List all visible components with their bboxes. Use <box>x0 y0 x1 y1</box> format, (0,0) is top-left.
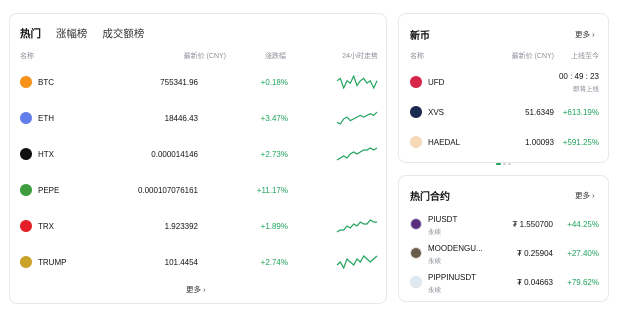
coin-change: +2.74% <box>260 258 288 267</box>
market-row[interactable]: TRUMP 101.4454 +2.74% <box>10 244 386 280</box>
market-row[interactable]: BTC 755341.96 +0.18% <box>10 64 386 100</box>
tab-volume[interactable]: 成交额榜 <box>102 28 144 40</box>
coin-change: +1.89% <box>260 222 288 231</box>
market-more-link[interactable]: 更多 › <box>186 284 206 295</box>
contract-row[interactable]: PIPPINUSDT 永续 ₮ 0.04663 +79.62% <box>399 270 608 298</box>
hot-contracts-more-link[interactable]: 更多 › <box>575 190 595 201</box>
coin-symbol: BTC <box>38 78 54 87</box>
coin-symbol: XVS <box>428 108 445 117</box>
coin-price: 101.4454 <box>164 258 198 267</box>
coin-change: +11.17% <box>256 186 288 195</box>
contract-symbol: MOODENGU... <box>428 244 483 253</box>
coin-change: +3.47% <box>260 114 288 123</box>
hot-contracts-title: 热门合约 <box>410 192 450 203</box>
trump-icon <box>20 256 32 268</box>
htx-icon <box>20 148 32 160</box>
sparkline-chart <box>336 75 378 89</box>
sparkline-line <box>336 219 377 233</box>
moodeng-icon <box>410 247 422 259</box>
tab-hot[interactable]: 热门 <box>20 28 41 40</box>
market-row[interactable]: TRX 1.923392 +1.89% <box>10 208 386 244</box>
coin-symbol: PEPE <box>38 186 60 195</box>
sparkline-chart <box>336 147 378 161</box>
contract-change: +79.62% <box>567 278 599 287</box>
contract-type: 永续 <box>428 229 441 236</box>
market-card: 热门 涨幅榜 成交额榜 名称 最新价 (CNY) 涨跌幅 24小时走势 BTC 7… <box>9 13 387 304</box>
coin-change: +2.73% <box>260 150 288 159</box>
coin-symbol: UFD <box>428 78 445 87</box>
contract-symbol: PIPPINUSDT <box>428 273 477 282</box>
sparkline-line <box>336 75 378 89</box>
xvs-icon <box>410 106 422 118</box>
launch-countdown-label: 即将上线 <box>573 86 599 93</box>
market-row[interactable]: HTX 0.000014146 +2.73% <box>10 136 386 172</box>
coin-change: +613.19% <box>562 108 599 117</box>
coin-price: 0.000107076161 <box>137 186 198 195</box>
new-coins-title: 新币 <box>410 31 430 42</box>
coin-price: 51.6349 <box>525 108 554 117</box>
sparkline-chart <box>336 255 378 269</box>
market-row[interactable]: ETH 18446.43 +3.47% <box>10 100 386 136</box>
new-coins-more-link[interactable]: 更多 › <box>575 29 595 40</box>
new-header-listed: 上线至今 <box>571 53 599 60</box>
coin-price: 18446.43 <box>164 114 198 123</box>
sparkline-chart <box>336 219 377 233</box>
new-coin-row[interactable]: UFD 00 : 49 : 23 即将上线 <box>399 70 608 98</box>
pippin-icon <box>410 276 422 288</box>
coin-symbol: ETH <box>38 114 54 123</box>
contract-row[interactable]: PIUSDT 永续 ₮ 1.550700 +44.25% <box>399 212 608 240</box>
contract-type: 永续 <box>428 287 441 294</box>
tab-gainers[interactable]: 涨幅榜 <box>56 28 88 40</box>
launch-countdown: 00 : 49 : 23 <box>558 72 599 81</box>
header-change: 涨跌幅 <box>265 53 286 60</box>
coin-symbol: HTX <box>38 150 54 159</box>
pepe-icon <box>20 184 32 196</box>
coin-price: 1.00093 <box>525 138 554 147</box>
market-tabs: 热门 涨幅榜 成交额榜 <box>20 26 156 41</box>
contract-price: ₮ 0.25904 <box>516 249 553 258</box>
coin-change: +591.25% <box>562 138 599 147</box>
contract-price: ₮ 1.550700 <box>512 220 553 229</box>
coin-price: 755341.96 <box>160 78 198 87</box>
new-header-price: 最新价 (CNY) <box>511 53 554 60</box>
new-coin-row[interactable]: XVS 51.6349 +613.19% <box>399 100 608 128</box>
header-price: 最新价 (CNY) <box>183 53 226 60</box>
market-row[interactable]: PEPE 0.000107076161 +11.17% <box>10 172 386 208</box>
eth-icon <box>20 112 32 124</box>
contract-symbol: PIUSDT <box>428 215 458 224</box>
sparkline-line <box>336 111 378 125</box>
contract-price: ₮ 0.04663 <box>516 278 553 287</box>
new-coin-row[interactable]: HAEDAL 1.00093 +591.25% <box>399 130 608 158</box>
sparkline-chart <box>336 111 378 125</box>
contract-type: 永续 <box>428 258 441 265</box>
header-name: 名称 <box>20 53 34 60</box>
coin-price: 1.923392 <box>164 222 198 231</box>
coin-symbol: HAEDAL <box>428 138 461 147</box>
pi-icon <box>410 218 422 230</box>
hot-contracts-card: 热门合约 更多 › PIUSDT 永续 ₮ 1.550700 +44.25% MOODE… <box>398 175 609 302</box>
haedal-icon <box>410 136 422 148</box>
sparkline-line <box>336 255 378 269</box>
coin-change: +0.18% <box>260 78 288 87</box>
coin-symbol: TRX <box>38 222 54 231</box>
contract-change: +44.25% <box>567 220 599 229</box>
coin-price: 0.000014146 <box>151 150 198 159</box>
sparkline-line <box>336 147 378 161</box>
coin-symbol: TRUMP <box>38 258 67 267</box>
carousel-dots[interactable] <box>496 155 513 173</box>
btc-icon <box>20 76 32 88</box>
contract-row[interactable]: MOODENGU... 永续 ₮ 0.25904 +27.40% <box>399 241 608 269</box>
contract-change: +27.40% <box>567 249 599 258</box>
ufd-icon <box>410 76 422 88</box>
header-trend: 24小时走势 <box>342 53 378 60</box>
trx-icon <box>20 220 32 232</box>
new-header-name: 名称 <box>410 53 424 60</box>
new-coins-card: 新币 更多 › 名称 最新价 (CNY) 上线至今 UFD 00 : 49 : 2… <box>398 13 609 165</box>
